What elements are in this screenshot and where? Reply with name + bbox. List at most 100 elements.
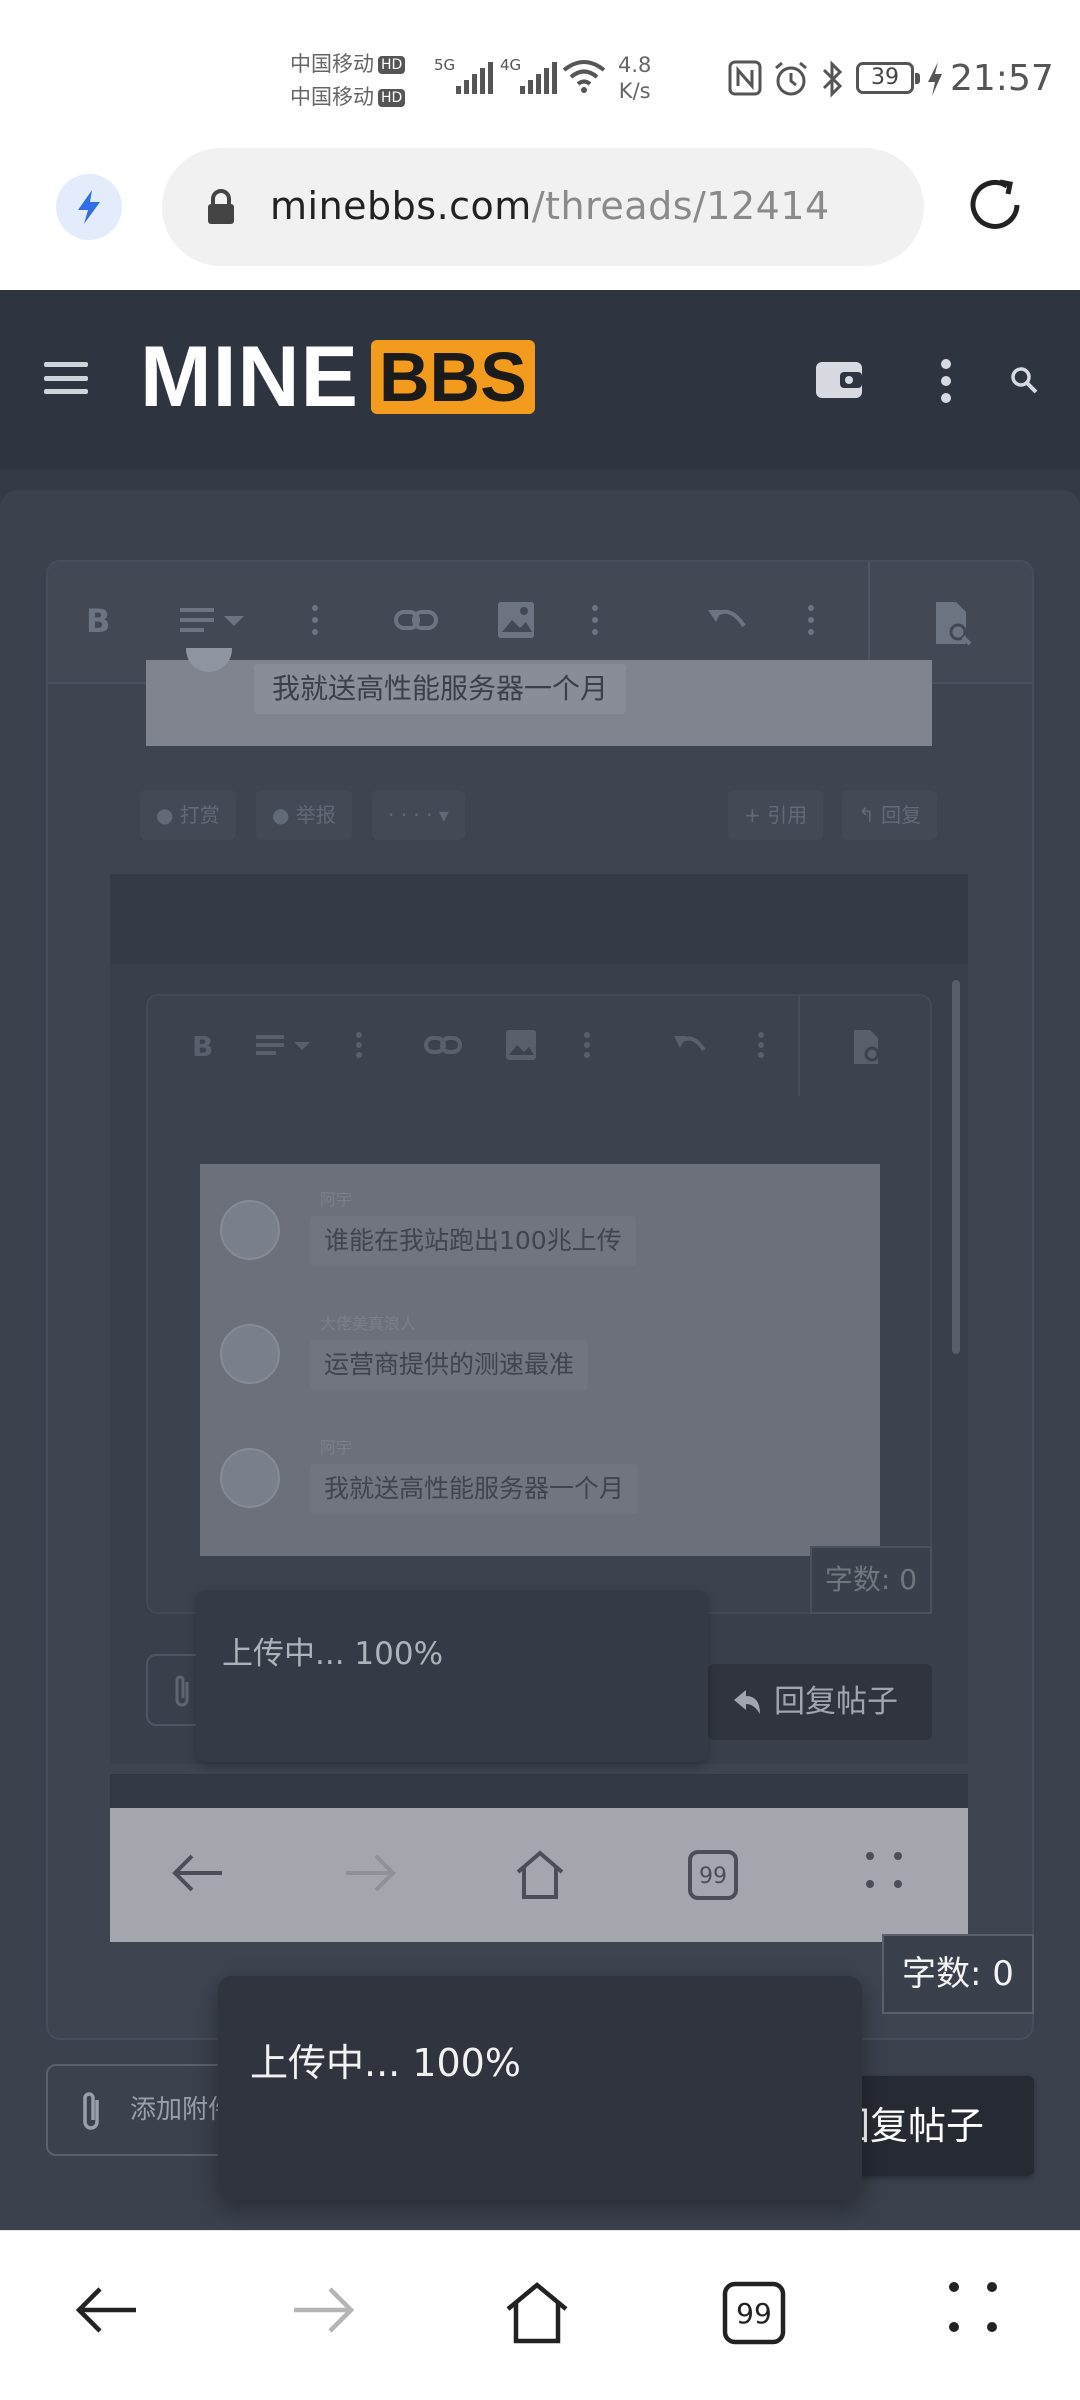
upload-toast: 上传中... 100% [218,1976,862,2200]
url-host: minebbs.com [270,184,532,228]
more-options-icon [758,1032,764,1058]
clock: 21:57 [950,58,1054,99]
home-icon [516,1850,564,1899]
avatar [220,1324,280,1384]
battery-indicator: 39 [856,62,920,94]
nested-upload-toast: 上传中... 100% [196,1590,708,1762]
nested-reply-button: 回复帖子 [708,1664,932,1740]
more-actions-button[interactable]: · · · · ▾ [372,790,465,840]
quoted-message-text: 我就送高性能服务器一个月 [254,664,627,714]
more-options-icon [584,1032,590,1058]
lock-icon [208,189,234,224]
paperclip-icon [83,2092,99,2130]
site-header: MINE BBS [0,290,1080,470]
5g-label: 5G [434,56,456,74]
forward-icon [346,1854,396,1892]
align-dropdown-icon [256,1035,310,1055]
nfc-icon [728,60,762,96]
net-speed: 4.8 K/s [618,52,651,104]
char-count: 字数: 0 [882,1934,1034,2014]
preview-icon [854,1030,880,1064]
svg-text:B: B [86,602,110,640]
menu-icon[interactable] [44,362,88,394]
nested-char-count: 字数: 0 [810,1546,932,1614]
quoted-conversation: 阿宇 谁能在我站跑出100兆上传 大佬美真浪人 运营商提供的测速最准 阿宇 我就… [200,1164,880,1556]
divider-band [110,874,968,964]
message-author: 大佬美真浪人 [320,1314,417,1333]
undo-icon [674,1036,706,1052]
logo-bbs-text: BBS [371,340,535,414]
net-speed-unit: K/s [618,79,651,103]
list-item: 阿宇 谁能在我站跑出100兆上传 [220,1176,860,1294]
scrollbar[interactable] [952,980,960,1354]
more-options-icon [356,1032,362,1058]
more-options-icon[interactable] [804,600,818,640]
bold-icon: B [192,1030,213,1062]
tip-button[interactable]: ● 打赏 [140,790,236,840]
signal-5g-icon [456,60,493,94]
message-text: 谁能在我站跑出100兆上传 [310,1216,636,1266]
forward-icon[interactable] [290,2281,356,2339]
reload-icon[interactable] [962,172,1028,238]
message-author: 阿宇 [320,1190,353,1209]
url-bar[interactable]: minebbs.com/threads/12414 [162,148,924,266]
nested-browser-nav: 99 [110,1808,968,1942]
svg-text:99: 99 [736,2297,772,2330]
quick-action-button[interactable] [56,174,122,240]
list-item: 大佬美真浪人 运营商提供的测速最准 [220,1300,860,1418]
link-icon[interactable] [394,600,438,640]
alarm-icon [775,61,807,96]
image-icon [506,1030,536,1060]
url-text[interactable]: minebbs.com/threads/12414 [270,184,830,228]
avatar [220,1200,280,1260]
report-label: 举报 [295,803,336,827]
lightning-icon [78,190,100,224]
charging-icon [928,62,942,96]
report-button[interactable]: ● 举报 [256,790,352,840]
carrier-2-label: 中国移动 [290,85,374,109]
search-icon[interactable] [1010,366,1038,394]
toolbar-divider [798,996,800,1096]
quote-button[interactable]: + 引用 [728,790,824,840]
menu-dots-icon [866,1852,902,1888]
message-text: 运营商提供的测速最准 [310,1340,589,1390]
more-options-icon[interactable] [308,600,322,640]
wifi-icon [562,60,606,93]
logo-mine-text: MINE [140,329,359,425]
menu-dots-icon[interactable] [948,2281,998,2333]
upload-toast-text: 上传中... 100% [250,2041,521,2085]
preview-icon[interactable] [932,600,976,648]
link-icon [424,1036,462,1054]
net-speed-value: 4.8 [618,53,652,77]
nested-reply-label: 回复帖子 [774,1684,898,1720]
tabs-icon[interactable]: 99 [722,2281,786,2345]
reply-link[interactable]: ↰ 回复 [842,790,938,840]
reply-link-label: 回复 [881,803,922,827]
wallet-icon[interactable] [814,356,864,402]
tabs-icon: 99 [688,1850,738,1900]
carrier-1-label: 中国移动 [290,52,374,76]
url-path: /threads/12414 [531,184,830,228]
reply-arrow-icon [734,1690,760,1714]
image-icon[interactable] [496,600,536,640]
hd-badge: HD [378,56,406,74]
message-text: 我就送高性能服务器一个月 [310,1464,639,1514]
undo-icon[interactable] [706,600,750,640]
bluetooth-icon [822,60,843,98]
4g-label: 4G [500,56,522,74]
back-icon[interactable] [74,2281,140,2339]
bold-icon[interactable]: B [82,600,112,640]
align-dropdown-icon[interactable] [178,600,248,640]
svg-text:B: B [192,1030,213,1062]
more-vertical-icon[interactable] [936,358,956,404]
more-options-icon[interactable] [588,600,602,640]
avatar [186,648,232,672]
avatar [220,1448,280,1508]
signal-4g-icon [520,60,557,94]
carrier-info: 中国移动 HD 中国移动 HD [290,48,406,114]
home-icon[interactable] [504,2281,570,2345]
list-item: 阿宇 我就送高性能服务器一个月 [220,1424,860,1542]
back-icon [172,1854,222,1892]
post-actions: ● 打赏 ● 举报 · · · · ▾ + 引用 ↰ 回复 [0,790,1080,842]
site-logo[interactable]: MINE BBS [140,332,535,422]
